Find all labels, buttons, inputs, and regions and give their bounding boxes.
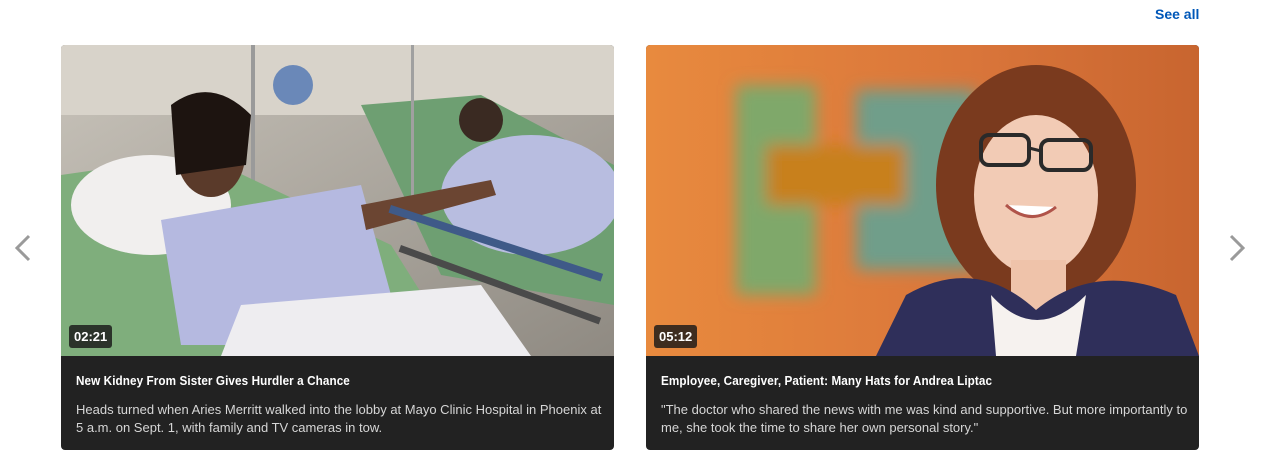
video-duration: 05:12 xyxy=(654,325,698,348)
video-card[interactable]: 02:21 New Kidney From Sister Gives Hurdl… xyxy=(61,45,614,450)
carousel-prev-button[interactable] xyxy=(8,232,38,264)
chevron-right-icon xyxy=(1229,234,1246,262)
video-duration: 02:21 xyxy=(69,325,113,348)
video-description: "The doctor who shared the news with me … xyxy=(661,402,1188,435)
video-thumbnail[interactable]: 02:21 xyxy=(61,45,614,356)
video-title[interactable]: Employee, Caregiver, Patient: Many Hats … xyxy=(661,373,1129,388)
chevron-left-icon xyxy=(14,234,31,262)
video-description: Heads turned when Aries Merritt walked i… xyxy=(76,402,602,435)
video-card[interactable]: 05:12 Employee, Caregiver, Patient: Many… xyxy=(646,45,1199,450)
video-thumbnail[interactable]: 05:12 xyxy=(646,45,1199,356)
video-title[interactable]: New Kidney From Sister Gives Hurdler a C… xyxy=(76,373,544,388)
see-all-link[interactable]: See all xyxy=(1155,6,1199,22)
carousel-next-button[interactable] xyxy=(1222,232,1252,264)
